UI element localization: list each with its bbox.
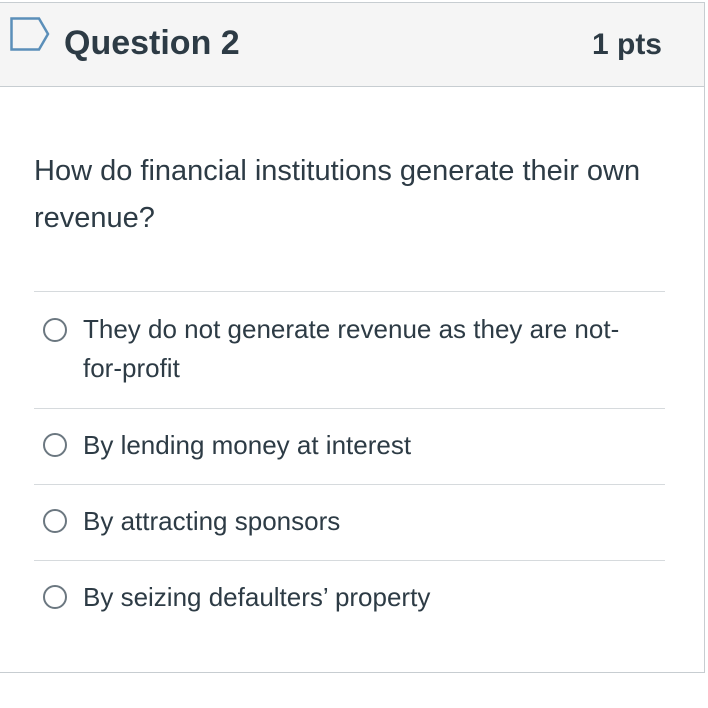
answer-option[interactable]: By seizing defaulters’ property [34,560,665,636]
answer-label: They do not generate revenue as they are… [83,314,620,383]
answer-list: They do not generate revenue as they are… [34,291,665,636]
answer-label: By lending money at interest [83,430,412,460]
flag-outline-icon[interactable] [10,17,50,51]
radio-button[interactable] [43,433,67,457]
answer-label: By attracting sponsors [83,506,341,536]
question-points: 1 pts [591,28,662,61]
answer-label: By seizing defaulters’ property [83,582,431,612]
question-header: Question 2 1 pts [0,3,704,87]
question-text: How do financial institutions generate t… [34,155,641,234]
radio-button[interactable] [43,318,67,342]
question-title: Question 2 [64,24,240,62]
answer-option[interactable]: By lending money at interest [34,408,665,484]
radio-button[interactable] [43,585,67,609]
radio-button[interactable] [43,509,67,533]
answer-option[interactable]: By attracting sponsors [34,484,665,560]
answer-option[interactable]: They do not generate revenue as they are… [34,291,665,408]
question-card: Question 2 1 pts How do financial instit… [0,2,705,673]
